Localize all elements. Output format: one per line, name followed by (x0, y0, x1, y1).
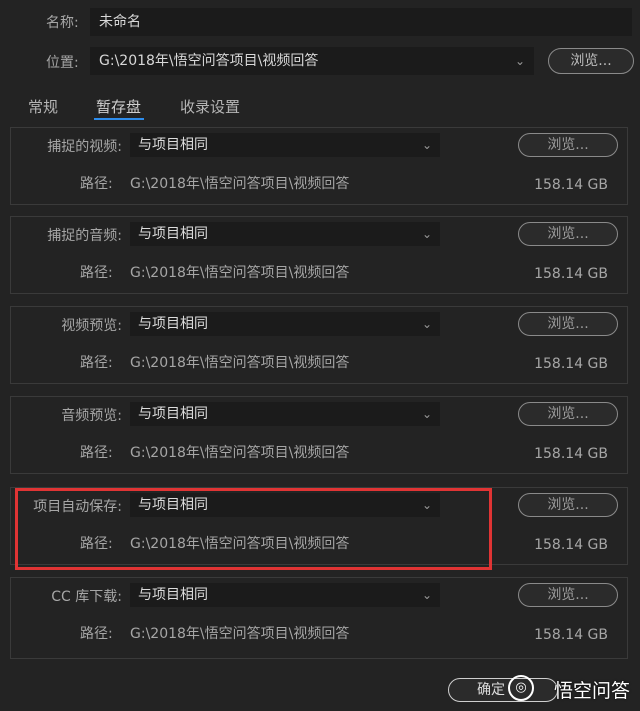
chevron-down-icon: ⌄ (421, 138, 432, 152)
tab-general[interactable]: 常规 (28, 96, 58, 117)
scratch-select-value: 与项目相同 (138, 137, 208, 153)
free-space-value: 158.14 GB (534, 356, 608, 372)
scratch-label: CC 库下载: (51, 589, 122, 605)
free-space-value: 158.14 GB (534, 446, 608, 462)
location-label: 位置: (46, 55, 79, 71)
path-value: G:\2018年\悟空问答项目\视频回答 (130, 265, 350, 281)
path-value: G:\2018年\悟空问答项目\视频回答 (130, 355, 350, 371)
scratch-browse-button[interactable]: 浏览... (518, 222, 618, 246)
path-value: G:\2018年\悟空问答项目\视频回答 (130, 445, 350, 461)
location-select-value: G:\2018年\悟空问答项目\视频回答 (99, 53, 319, 69)
chevron-down-icon: ⌄ (421, 407, 432, 421)
scratch-browse-button[interactable]: 浏览... (518, 133, 618, 157)
path-label: 路径: (80, 265, 113, 281)
free-space-value: 158.14 GB (534, 266, 608, 282)
wukong-logo-icon: ◎ (508, 675, 534, 701)
scratch-browse-button[interactable]: 浏览... (518, 312, 618, 336)
scratch-label: 捕捉的视频: (47, 139, 122, 155)
scratch-select-value: 与项目相同 (138, 406, 208, 422)
free-space-value: 158.14 GB (534, 537, 608, 553)
chevron-down-icon: ⌄ (421, 227, 432, 241)
active-tab-indicator (94, 118, 144, 120)
tab-scratch-disks[interactable]: 暂存盘 (96, 96, 141, 117)
location-select[interactable]: G:\2018年\悟空问答项目\视频回答 ⌄ (90, 47, 534, 75)
scratch-browse-button[interactable]: 浏览... (518, 402, 618, 426)
path-label: 路径: (80, 176, 113, 192)
chevron-down-icon: ⌄ (421, 588, 432, 602)
scratch-location-select[interactable]: 与项目相同 ⌄ (130, 583, 440, 607)
ok-button[interactable]: 确定 (448, 678, 558, 702)
watermark-text: 悟空问答 (553, 680, 630, 702)
path-label: 路径: (80, 355, 113, 371)
path-value: G:\2018年\悟空问答项目\视频回答 (130, 176, 350, 192)
tab-ingest-settings[interactable]: 收录设置 (180, 96, 240, 117)
path-value: G:\2018年\悟空问答项目\视频回答 (130, 626, 350, 642)
name-label: 名称: (46, 15, 79, 31)
scratch-location-select[interactable]: 与项目相同 ⌄ (130, 133, 440, 157)
scratch-browse-button[interactable]: 浏览... (518, 583, 618, 607)
path-label: 路径: (80, 626, 113, 642)
scratch-select-value: 与项目相同 (138, 226, 208, 242)
location-browse-button[interactable]: 浏览... (548, 48, 634, 74)
scratch-label: 音频预览: (61, 408, 122, 424)
path-label: 路径: (80, 445, 113, 461)
scratch-browse-button[interactable]: 浏览... (518, 493, 618, 517)
chevron-down-icon: ⌄ (421, 317, 432, 331)
highlight-box (15, 488, 492, 570)
free-space-value: 158.14 GB (534, 177, 608, 193)
scratch-label: 捕捉的音频: (47, 228, 122, 244)
scratch-location-select[interactable]: 与项目相同 ⌄ (130, 312, 440, 336)
scratch-select-value: 与项目相同 (138, 316, 208, 332)
scratch-location-select[interactable]: 与项目相同 ⌄ (130, 402, 440, 426)
chevron-down-icon: ⌄ (514, 54, 525, 68)
name-input[interactable]: 未命名 (90, 8, 632, 36)
scratch-label: 视频预览: (61, 318, 122, 334)
scratch-select-value: 与项目相同 (138, 587, 208, 603)
free-space-value: 158.14 GB (534, 627, 608, 643)
scratch-location-select[interactable]: 与项目相同 ⌄ (130, 222, 440, 246)
